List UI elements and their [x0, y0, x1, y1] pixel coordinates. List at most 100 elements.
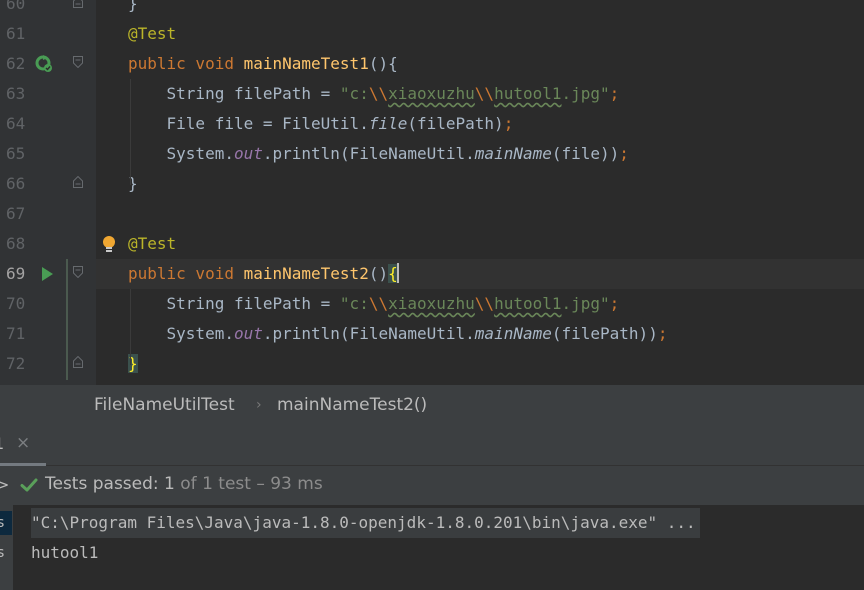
breadcrumb: FileNameUtilTest › mainNameTest2(): [0, 385, 864, 425]
run-test-icon[interactable]: [38, 264, 58, 284]
line-number: 62: [6, 54, 26, 73]
gutter-line: 64: [0, 109, 96, 139]
breadcrumb-item-class[interactable]: FileNameUtilTest: [94, 385, 235, 425]
code-line[interactable]: public void mainNameTest2(){: [128, 259, 399, 289]
run-test-rerun-icon[interactable]: [34, 54, 54, 74]
code-token: out: [233, 324, 263, 343]
code-line[interactable]: public void mainNameTest1(){: [128, 49, 398, 79]
run-tree-item-label-2: s: [0, 545, 5, 561]
code-token: ;: [609, 84, 620, 103]
gutter-line: 66: [0, 169, 96, 199]
gutter-line: 71: [0, 319, 96, 349]
code-line[interactable]: @Test: [128, 229, 176, 259]
code-token: (file)): [551, 144, 620, 163]
code-token: ;: [609, 294, 620, 313]
fold-marker-icon[interactable]: [73, 56, 83, 68]
line-number: 67: [6, 204, 26, 223]
line-number: 65: [6, 144, 26, 163]
code-line[interactable]: System.out.println(FileNameUtil.mainName…: [128, 139, 629, 169]
check-icon: [20, 478, 38, 492]
code-editor[interactable]: 60 61 62 63 64 65 66 67 68 69 70 71 72 } @Test public …: [0, 0, 864, 385]
code-token: \\: [474, 84, 495, 103]
vcs-change-marker: [66, 259, 68, 380]
fold-marker-icon[interactable]: [73, 356, 83, 368]
line-number: 70: [6, 294, 26, 313]
code-line[interactable]: File file = FileUtil.file(filePath);: [128, 109, 514, 139]
breadcrumb-separator: ›: [256, 397, 262, 413]
code-token: public void: [128, 54, 244, 73]
code-token: \\: [368, 294, 389, 313]
gutter-line: 60: [0, 0, 96, 19]
gutter-line: 69: [0, 259, 96, 289]
text-caret: [396, 263, 399, 283]
close-tab-icon[interactable]: ×: [16, 433, 30, 453]
gutter-line: 72: [0, 349, 96, 379]
line-number: 69: [6, 264, 26, 283]
code-token: xiaoxuzhu: [388, 84, 475, 103]
code-token: "c:: [339, 84, 369, 103]
code-token: mainName: [474, 324, 552, 343]
fold-marker-icon[interactable]: [73, 266, 83, 278]
code-token: (): [368, 264, 389, 283]
code-line[interactable]: @Test: [128, 19, 176, 49]
line-number: 64: [6, 114, 26, 133]
code-token: @Test: [128, 24, 177, 43]
code-token: (filePath): [407, 114, 504, 133]
console-command-line[interactable]: "C:\Program Files\Java\java-1.8.0-openjd…: [31, 508, 700, 538]
code-token: mainNameTest2: [243, 264, 369, 283]
code-token: System.: [128, 144, 234, 163]
code-token: mainName: [474, 144, 552, 163]
line-number: 63: [6, 84, 26, 103]
code-token: .println(FileNameUtil.: [262, 324, 475, 343]
code-token: file: [368, 114, 408, 133]
run-tab-label: 1: [0, 434, 4, 453]
code-token: public void: [128, 264, 244, 283]
indent-guide: [130, 289, 131, 365]
run-tab[interactable]: 1 ×: [0, 425, 46, 466]
code-token: File file = FileUtil.: [128, 114, 369, 133]
code-line[interactable]: }: [128, 0, 138, 19]
code-line[interactable]: System.out.println(FileNameUtil.mainName…: [128, 319, 668, 349]
code-token: String filePath =: [128, 294, 340, 313]
status-prefix: Tests passed:: [45, 474, 159, 494]
code-token: .jpg": [561, 294, 610, 313]
console-output[interactable]: "C:\Program Files\Java\java-1.8.0-openjd…: [13, 505, 864, 590]
editor-gutter: 60 61 62 63 64 65 66 67 68 69 70 71 72: [0, 0, 115, 385]
code-token: (){: [368, 54, 398, 73]
status-suffix: of 1 test – 93 ms: [180, 474, 323, 494]
code-area[interactable]: } @Test public void mainNameTest1(){ Strin…: [96, 0, 864, 385]
breadcrumb-item-method[interactable]: mainNameTest2(): [277, 385, 427, 425]
code-token: }: [128, 0, 138, 13]
code-token: mainNameTest1: [243, 54, 369, 73]
code-token: ;: [503, 114, 514, 133]
line-number: 72: [6, 354, 26, 373]
code-token: @Test: [128, 234, 177, 253]
code-token: (filePath)): [551, 324, 658, 343]
status-count: 1: [164, 474, 175, 494]
gutter-line: 68: [0, 229, 115, 259]
code-token: \\: [368, 84, 389, 103]
code-token: hutool1: [494, 294, 562, 313]
line-number: 68: [6, 234, 26, 253]
code-token: out: [233, 144, 263, 163]
code-token: .println(FileNameUtil.: [262, 144, 475, 163]
gutter-line: 67: [0, 199, 96, 229]
gutter-line: 62: [0, 49, 96, 79]
run-tab-bar: 1 ×: [0, 425, 864, 466]
code-token: \\: [474, 294, 495, 313]
run-tree-item-label: s: [0, 515, 5, 531]
code-line[interactable]: String filePath = "c:\\xiaoxuzhu\\hutool…: [128, 79, 620, 109]
test-status-row: > Tests passed: 1 of 1 test – 93 ms: [0, 466, 864, 504]
code-line[interactable]: String filePath = "c:\\xiaoxuzhu\\hutool…: [128, 289, 620, 319]
code-token: String filePath =: [128, 84, 340, 103]
run-tree-strip: s s: [0, 505, 13, 590]
code-token: ;: [619, 144, 629, 163]
line-number: 71: [6, 324, 26, 343]
fold-marker-icon[interactable]: [73, 176, 83, 188]
chevron-right-icon[interactable]: >: [0, 475, 9, 494]
code-token: hutool1: [494, 84, 562, 103]
fold-marker-icon[interactable]: [73, 0, 83, 8]
gutter-line: 70: [0, 289, 96, 319]
line-number: 66: [6, 174, 26, 193]
code-token: "c:: [339, 294, 369, 313]
